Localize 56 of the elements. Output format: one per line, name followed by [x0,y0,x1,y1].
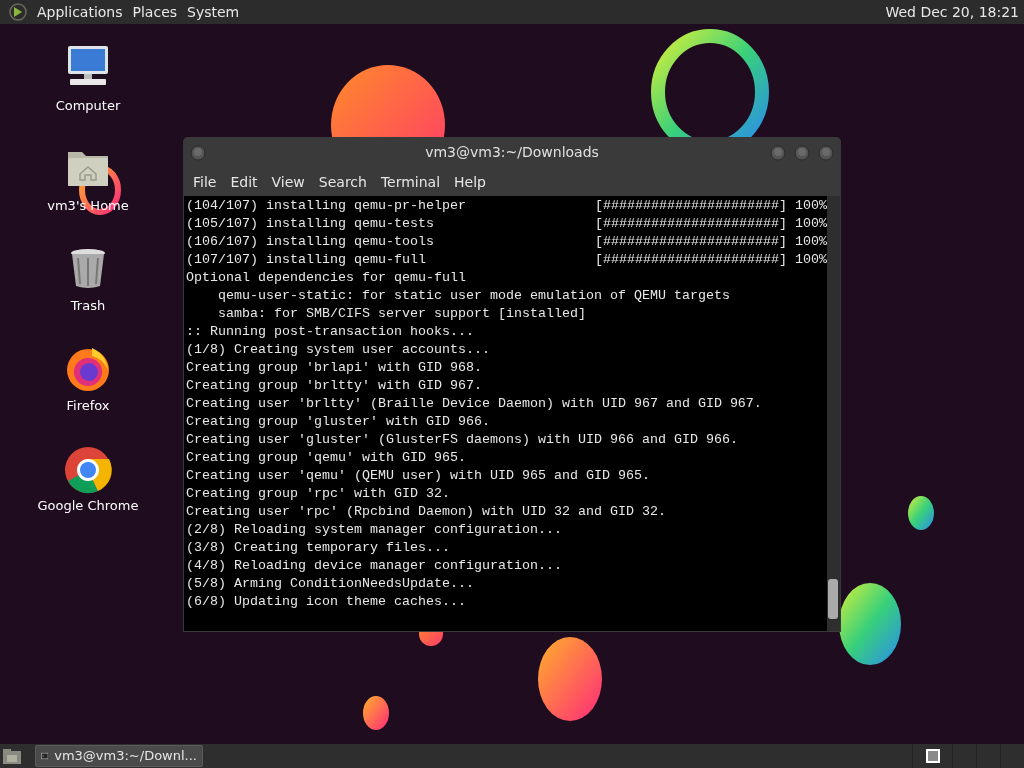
panel-clock: Wed Dec 20, 18:21 [885,2,1020,22]
window-control-icon[interactable] [769,143,787,162]
terminal-line: Creating group 'gluster' with GID 966. [186,413,490,431]
window-control-icon[interactable] [793,143,811,162]
progress-bar-text: [######################] [595,251,787,269]
icon-label[interactable]: Trash [70,296,106,316]
menu-item[interactable]: Terminal [374,171,447,193]
menu-item[interactable]: View [265,171,311,193]
show-desktop-icon[interactable] [1,746,23,766]
terminal-line: (104/107) installing qemu-pr-helper [186,197,467,215]
terminal-line: Creating group 'qemu' with GID 965. [186,449,466,467]
terminal-line: :: Running post-transaction hooks... [186,323,474,341]
panel-menu[interactable]: Places [127,1,183,23]
percent-text: 100% [794,233,827,251]
menu-item[interactable]: Edit [224,171,264,193]
percent-text: 100% [794,215,827,233]
window-control-icon[interactable] [189,143,207,162]
menu-item[interactable]: Search [312,171,373,193]
icon-label[interactable]: Google Chrome [37,496,139,516]
progress-bar-text: [######################] [595,215,787,233]
menu-item[interactable]: File [187,171,223,193]
scrollbar-thumb[interactable] [828,579,839,619]
terminal-line: samba: for SMB/CIFS server support [installed] [217,305,586,323]
terminal-line: Creating user 'gluster' (GlusterFS daemons) with UID 966 and GID 966. [186,431,738,449]
icon-label[interactable]: Firefox [66,396,110,416]
window-title: vm3@vm3:~/Downloads [425,143,599,162]
icon-label[interactable]: Computer [55,96,121,116]
terminal-line: Creating group 'brltty' with GID 967. [186,377,482,395]
progress-bar-text: [######################] [595,197,787,215]
terminal-line: (107/107) installing qemu-full [186,251,427,269]
terminal-line: Creating group 'rpc' with GID 32. [186,485,450,503]
terminal-line: (105/107) installing qemu-tests [186,215,435,233]
terminal-line: Creating user 'brltty' (Braille Device Daemon) with UID 967 and GID 967. [186,395,762,413]
terminal-line: (6/8) Updating icon theme caches... [186,593,466,611]
terminal-line: (4/8) Reloading device manager configuration... [186,557,562,575]
panel-menu[interactable]: Applications [32,1,128,23]
progress-bar-text: [######################] [595,233,787,251]
terminal-line: Creating user 'rpc' (Rpcbind Daemon) with UID 32 and GID 32. [186,503,666,521]
panel-menu[interactable]: System [182,1,245,23]
terminal-line: (1/8) Creating system user accounts... [186,341,490,359]
terminal-line: Creating user 'qemu' (QEMU user) with UID 965 and GID 965. [186,467,650,485]
taskbar-button[interactable]: vm3@vm3:~/Downl... [35,745,203,767]
window-control-icon[interactable] [817,143,835,162]
browser-icon[interactable] [62,444,114,494]
terminal-line: qemu-user-static: for static user mode emulation of QEMU targets [217,287,730,305]
terminal-line: (106/107) installing qemu-tools [186,233,435,251]
terminal-line: (2/8) Reloading system manager configuration... [186,521,562,539]
terminal-line: Optional dependencies for qemu-full [186,269,466,287]
terminal-icon [41,750,49,762]
terminal-line: (5/8) Arming ConditionNeedsUpdate... [186,575,474,593]
terminal-line: Creating group 'brlapi' with GID 968. [186,359,482,377]
percent-text: 100% [794,197,827,215]
menu-logo-icon[interactable] [8,2,28,22]
menu-item[interactable]: Help [448,171,492,193]
terminal-line: (3/8) Creating temporary files... [186,539,450,557]
percent-text: 100% [794,251,827,269]
